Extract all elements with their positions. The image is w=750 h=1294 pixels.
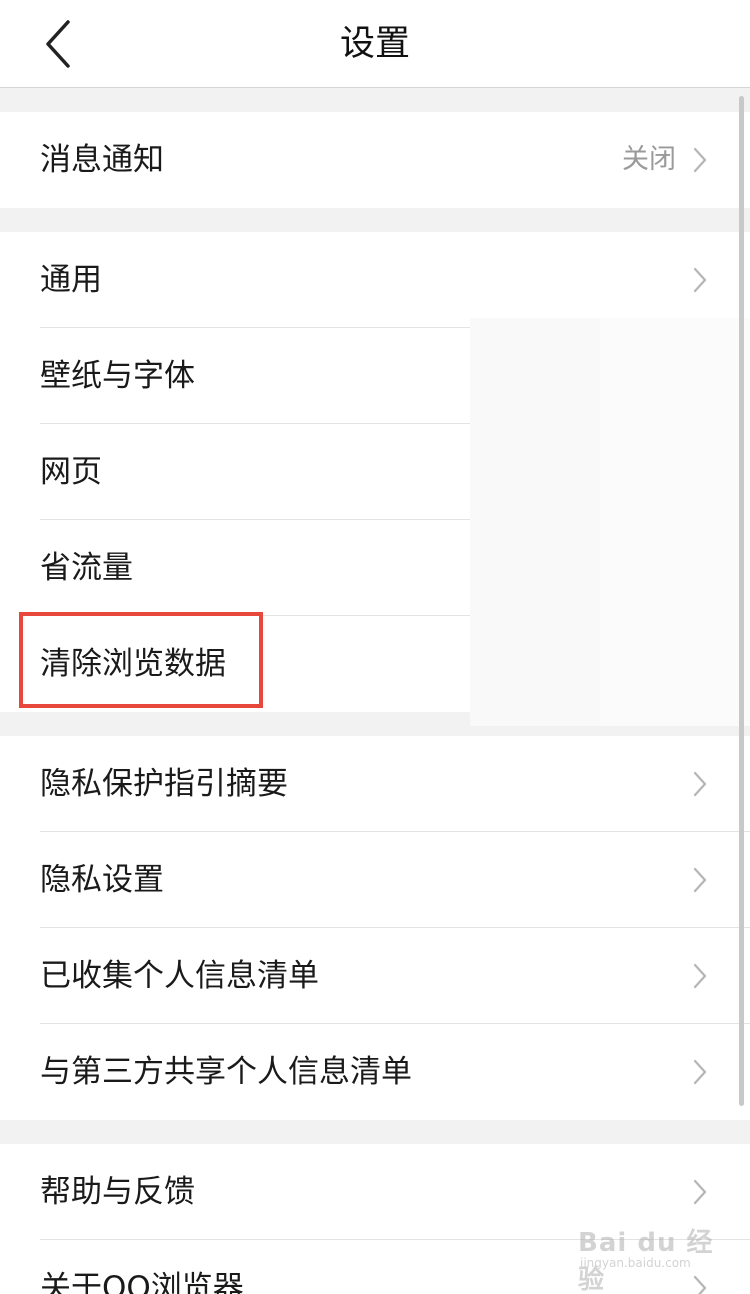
row-value: 关闭: [622, 144, 676, 175]
chevron-right-icon: [693, 1059, 707, 1085]
row-label: 已收集个人信息清单: [40, 958, 319, 994]
settings-row-notifications[interactable]: 消息通知 关闭: [0, 112, 750, 208]
highlight-annotation: [19, 612, 263, 708]
chevron-right-icon: [693, 963, 707, 989]
settings-screen: 设置 消息通知 关闭 通用 壁纸与字体 网页 省流量 清除浏览数据 隐私保护指引…: [0, 0, 750, 1294]
row-label: 帮助与反馈: [40, 1174, 195, 1210]
chevron-right-icon: [693, 1179, 707, 1205]
row-label: 壁纸与字体: [40, 358, 195, 394]
row-label: 与第三方共享个人信息清单: [40, 1054, 412, 1090]
chevron-right-icon: [693, 147, 707, 173]
settings-row-general[interactable]: 通用: [0, 232, 750, 328]
row-label: 通用: [40, 262, 102, 298]
watermark-logo: Bai du 经验 jingyan.baidu.com: [578, 1214, 718, 1294]
settings-row-collected-info[interactable]: 已收集个人信息清单: [0, 928, 750, 1024]
settings-row-third-party-sharing[interactable]: 与第三方共享个人信息清单: [0, 1024, 750, 1120]
row-label: 消息通知: [40, 142, 164, 178]
chevron-right-icon: [693, 267, 707, 293]
settings-row-privacy-settings[interactable]: 隐私设置: [0, 832, 750, 928]
settings-row-privacy-summary[interactable]: 隐私保护指引摘要: [0, 736, 750, 832]
row-label: 隐私保护指引摘要: [40, 766, 288, 802]
page-title: 设置: [339, 24, 410, 64]
group-privacy: 隐私保护指引摘要 隐私设置 已收集个人信息清单 与第三方共享个人信息清单: [0, 736, 750, 1120]
nav-bar: 设置: [0, 0, 750, 88]
chevron-right-icon: [693, 867, 707, 893]
row-label: 关于QQ浏览器: [40, 1270, 244, 1294]
image-overlay-patch: [600, 318, 750, 726]
row-label: 网页: [40, 454, 102, 490]
watermark-url: jingyan.baidu.com: [580, 1256, 691, 1270]
scrollbar[interactable]: [739, 96, 744, 1106]
row-label: 隐私设置: [40, 862, 164, 898]
chevron-right-icon: [693, 771, 707, 797]
row-label: 省流量: [40, 550, 133, 586]
group-notifications: 消息通知 关闭: [0, 112, 750, 208]
